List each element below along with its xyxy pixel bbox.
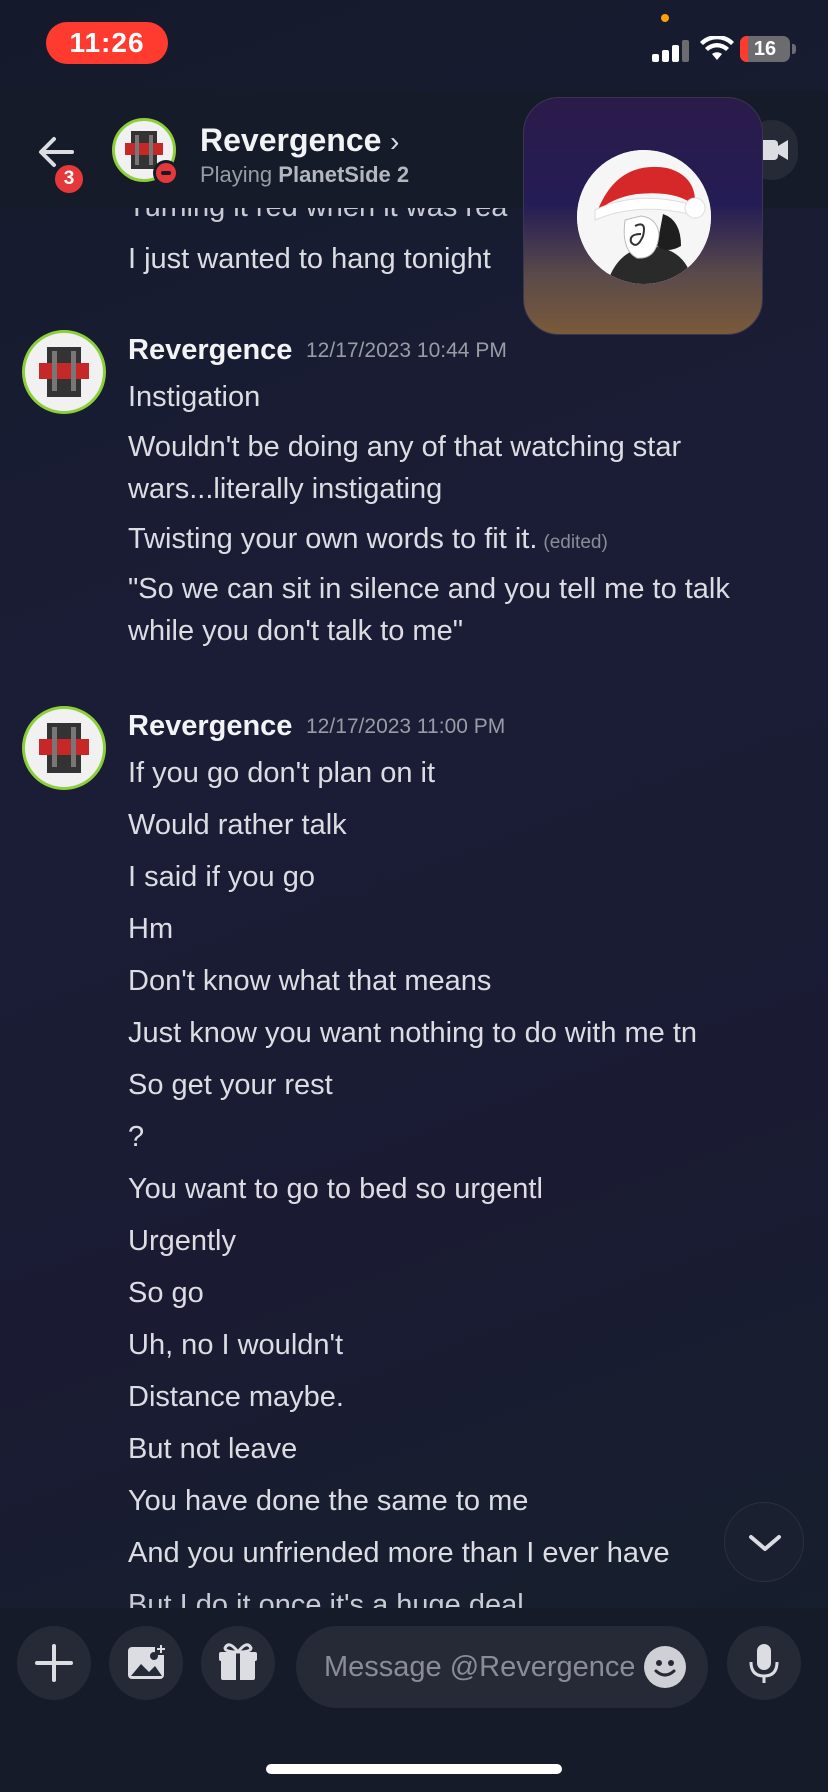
activity-prefix: Playing — [200, 162, 273, 187]
message-line[interactable]: Wouldn't be doing any of that watching s… — [128, 426, 681, 468]
call-pip-window[interactable] — [523, 97, 763, 335]
message-line[interactable]: Twisting your own words to fit it. (edite… — [128, 518, 608, 564]
message-line[interactable]: Don't know what that means — [128, 960, 491, 1002]
message-line[interactable]: So get your rest — [128, 1064, 333, 1106]
image-icon — [128, 1643, 167, 1679]
unread-badge: 3 — [52, 162, 86, 196]
message-line[interactable]: Instigation — [128, 376, 260, 418]
avatar[interactable] — [22, 330, 106, 414]
message-line[interactable]: You want to go to bed so urgentl — [128, 1168, 543, 1210]
activity-game: PlanetSide 2 — [278, 162, 410, 187]
mic-indicator-dot — [661, 14, 669, 22]
gift-icon — [219, 1643, 257, 1680]
voice-message-button[interactable] — [727, 1626, 801, 1700]
message-line[interactable]: Turning it red when it was rea — [128, 208, 507, 228]
avatar[interactable] — [22, 706, 106, 790]
message-line[interactable]: You have done the same to me — [128, 1480, 528, 1522]
battery-percent: 16 — [753, 38, 777, 60]
message-input-pill — [296, 1626, 708, 1708]
message-input[interactable] — [324, 1626, 634, 1708]
plus-icon — [35, 1644, 73, 1682]
battery-icon: 16 — [740, 36, 790, 62]
message-line[interactable]: Uh, no I wouldn't — [128, 1324, 343, 1366]
status-time[interactable]: 11:26 — [46, 22, 168, 64]
message-line[interactable]: ? — [128, 1116, 144, 1158]
message-line[interactable]: wars...literally instigating — [128, 468, 442, 510]
message-line[interactable]: And you unfriended more than I ever have — [128, 1532, 670, 1574]
message-line[interactable]: Hm — [128, 908, 173, 950]
message-text: Twisting your own words to fit it. — [128, 523, 538, 555]
call-avatar — [577, 150, 711, 284]
header-username[interactable]: Revergence — [200, 122, 381, 159]
message-line[interactable]: But not leave — [128, 1428, 297, 1470]
message-line[interactable]: I said if you go — [128, 856, 315, 898]
chevron-down-icon — [749, 1535, 781, 1551]
gift-button[interactable] — [201, 1626, 275, 1700]
emoji-icon[interactable] — [644, 1646, 686, 1688]
home-indicator[interactable] — [266, 1764, 562, 1774]
cellular-signal-icon — [652, 40, 696, 62]
status-bar: 11:26 16 — [0, 0, 828, 90]
jump-to-present-button[interactable] — [724, 1502, 804, 1582]
wifi-icon — [700, 36, 734, 60]
add-attachment-button[interactable] — [17, 1626, 91, 1700]
message-line[interactable]: So go — [128, 1272, 204, 1314]
message-line[interactable]: If you go don't plan on it — [128, 752, 435, 794]
message-line[interactable]: "So we can sit in silence and you tell m… — [128, 568, 730, 610]
message-timestamp: 12/17/2023 11:00 PM — [306, 715, 506, 738]
edited-label: (edited) — [543, 532, 608, 553]
message-line[interactable]: Urgently — [128, 1220, 236, 1262]
message-line[interactable]: Just know you want nothing to do with me… — [128, 1012, 697, 1054]
dnd-status-icon — [153, 160, 179, 186]
message-timestamp: 12/17/2023 10:44 PM — [306, 339, 507, 362]
message-line[interactable]: while you don't talk to me" — [128, 610, 463, 652]
microphone-icon — [749, 1644, 779, 1683]
image-button[interactable] — [109, 1626, 183, 1700]
message-author[interactable]: Revergence — [128, 334, 292, 367]
message-line[interactable]: Distance maybe. — [128, 1376, 344, 1418]
activity-status: Playing PlanetSide 2 — [200, 162, 409, 188]
message-list[interactable]: Turning it red when it was rea I just wa… — [0, 208, 828, 1608]
message-line[interactable]: But I do it once it's a huge deal — [128, 1584, 524, 1608]
message-author[interactable]: Revergence — [128, 710, 292, 743]
chevron-right-icon[interactable]: › — [390, 126, 399, 158]
message-line[interactable]: I just wanted to hang tonight — [128, 238, 491, 280]
message-line[interactable]: Would rather talk — [128, 804, 347, 846]
